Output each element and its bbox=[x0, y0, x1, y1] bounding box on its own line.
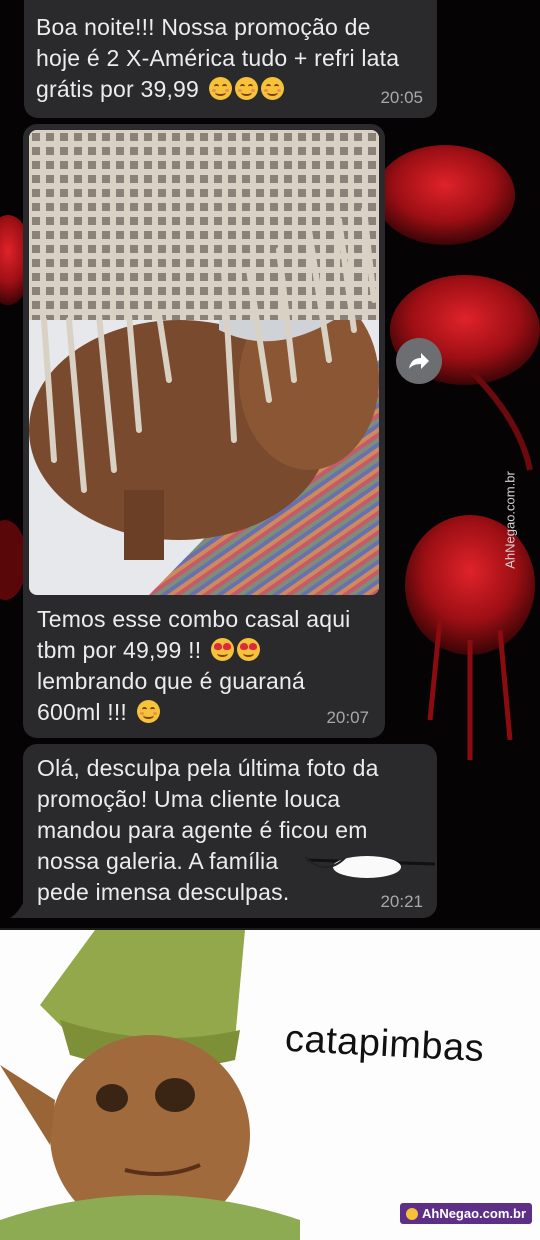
message-3-line-1: Olá, desculpa pela última foto da bbox=[37, 755, 379, 781]
message-bubble-1[interactable]: Boa noite!!! Nossa promoção de hoje é 2 X… bbox=[24, 0, 437, 118]
shared-photo[interactable] bbox=[29, 130, 379, 595]
message-2-time: 20:07 bbox=[326, 708, 369, 727]
smiling-face-icon bbox=[136, 700, 160, 723]
message-3-line-4: nossa galeria. A família bbox=[37, 848, 279, 874]
message-2-line-4: 600ml !!! bbox=[37, 699, 128, 725]
meme-caption: catapimbas bbox=[284, 1017, 486, 1071]
message-3-text: Olá, desculpa pela última foto da promoçã… bbox=[37, 753, 379, 908]
message-3-time: 20:21 bbox=[380, 892, 423, 911]
message-1-text: Boa noite!!! Nossa promoção de hoje é 2 X… bbox=[36, 12, 399, 105]
bubble-tail bbox=[10, 896, 26, 918]
message-3-line-2: promoção! Uma cliente louca bbox=[37, 786, 341, 812]
watermark-logo-icon bbox=[405, 1207, 418, 1220]
message-1-time: 20:05 bbox=[380, 88, 423, 107]
message-2-line-3: lembrando que é guaraná bbox=[37, 668, 306, 694]
message-1-line-3: grátis por 39,99 bbox=[36, 76, 200, 102]
message-2-text: Temos esse combo casal aqui tbm por 49,99… bbox=[37, 604, 351, 728]
message-1-line-2: hoje é 2 X-América tudo + refri lata bbox=[36, 45, 400, 71]
chat-area: Boa noite!!! Nossa promoção de hoje é 2 X… bbox=[0, 0, 540, 928]
message-1-line-1: Boa noite!!! Nossa promoção de bbox=[36, 14, 371, 40]
forward-button[interactable] bbox=[396, 338, 442, 384]
message-2-line-2: tbm por 49,99 !! bbox=[37, 637, 202, 663]
message-3-line-3: mandou para agente é ficou em bbox=[37, 817, 368, 843]
heart-eyes-icon bbox=[210, 638, 234, 661]
smiling-face-icon bbox=[234, 77, 258, 100]
forward-arrow-icon bbox=[409, 353, 429, 369]
message-2-line-1: Temos esse combo casal aqui bbox=[37, 606, 351, 632]
smiling-face-icon bbox=[208, 77, 232, 100]
watermark-text: AhNegao.com.br bbox=[421, 1206, 526, 1221]
vertical-watermark-text: AhNegao.com.br bbox=[502, 471, 518, 569]
message-3-line-5: pede imensa desculpas. bbox=[37, 879, 290, 905]
shared-photo-image bbox=[29, 130, 379, 595]
name-scribble bbox=[305, 856, 435, 878]
watermark-badge: AhNegao.com.br bbox=[399, 1203, 532, 1224]
meme-panel: catapimbas AhNegao.com.br bbox=[0, 928, 540, 1240]
heart-eyes-icon bbox=[236, 638, 260, 661]
smiling-face-icon bbox=[260, 77, 284, 100]
message-bubble-3[interactable]: Olá, desculpa pela última foto da promoçã… bbox=[23, 744, 437, 918]
gnome-character bbox=[0, 930, 300, 1240]
vertical-watermark: AhNegao.com.br bbox=[498, 462, 522, 578]
